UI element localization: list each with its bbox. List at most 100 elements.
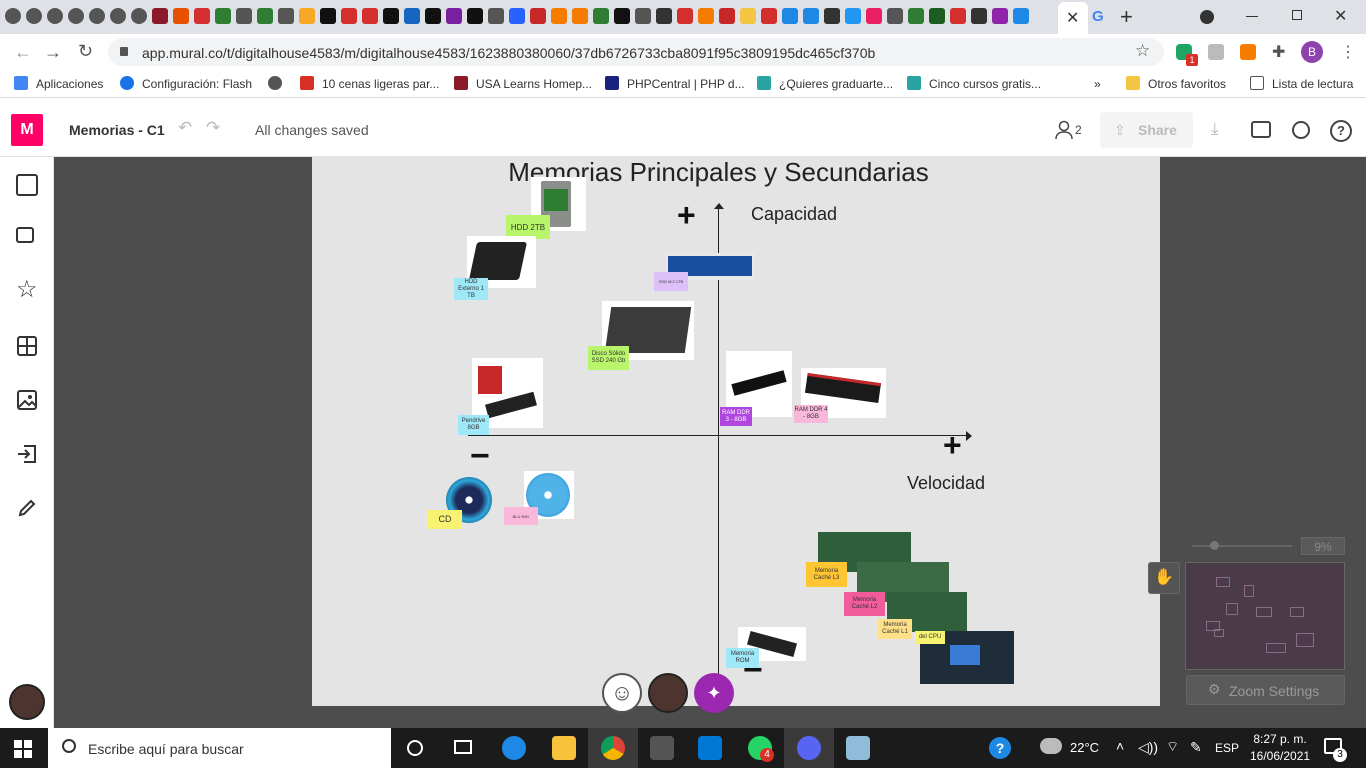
bookmark-globe[interactable] xyxy=(268,76,290,92)
sticky-note-icon[interactable] xyxy=(16,174,38,196)
plus-right-label[interactable]: + xyxy=(943,427,962,464)
sticky-ssd[interactable]: Disco Sólido SSD 240 Gb xyxy=(588,346,629,370)
pinned-tab-icon[interactable] xyxy=(173,8,189,24)
pinned-tab-icon[interactable] xyxy=(257,8,273,24)
pinned-tab-icon[interactable] xyxy=(551,8,567,24)
pinned-tab-icon[interactable] xyxy=(425,8,441,24)
pinned-tab-icon[interactable] xyxy=(845,8,861,24)
comments-icon[interactable] xyxy=(1251,121,1271,138)
new-tab-button[interactable]: + xyxy=(1120,4,1133,30)
sticky-ssd-m2[interactable]: SSD M.2 1TB xyxy=(654,272,688,291)
pinned-tab-icon[interactable] xyxy=(467,8,483,24)
clock-time[interactable]: 8:27 p. m. xyxy=(1250,732,1310,746)
plus-top-label[interactable]: + xyxy=(677,197,696,234)
x-axis-line[interactable] xyxy=(468,435,968,436)
pen-icon[interactable]: ✎ xyxy=(1190,739,1202,756)
pinned-tab-icon[interactable] xyxy=(929,8,945,24)
pinned-tab-icon[interactable] xyxy=(593,8,609,24)
minus-left-label[interactable]: − xyxy=(470,437,490,476)
pinned-tab-icon[interactable] xyxy=(530,8,546,24)
text-shapes-icon[interactable] xyxy=(16,227,34,243)
bookmarks-more[interactable]: » xyxy=(1094,76,1101,92)
pdf-extension-icon[interactable] xyxy=(1208,44,1224,60)
pinned-tab-icon[interactable] xyxy=(698,8,714,24)
pinned-tab-icon[interactable] xyxy=(404,8,420,24)
sticky-ram-ddr3[interactable]: RAM DDR 3 - 8GB xyxy=(720,407,752,426)
pinned-tab-icon[interactable] xyxy=(278,8,294,24)
help-tray-icon[interactable]: ? xyxy=(989,737,1011,759)
pinned-tab-icon[interactable] xyxy=(68,8,84,24)
capacity-label[interactable]: Capacidad xyxy=(751,204,837,225)
y-axis-line[interactable] xyxy=(718,207,719,700)
pinned-tab-icon[interactable] xyxy=(236,8,252,24)
sticky-cache-l1[interactable]: Memoria Caché L1 xyxy=(878,619,912,639)
profile-avatar[interactable]: B xyxy=(1301,41,1323,63)
pinned-tab-icon[interactable] xyxy=(383,8,399,24)
bookmark-phpcentral[interactable]: PHPCentral | PHP d... xyxy=(605,76,745,92)
url-text[interactable]: app.mural.co/t/digitalhouse4583/m/digita… xyxy=(142,45,875,61)
sticky-hdd-external[interactable]: HDD Externo 1 TB xyxy=(454,278,488,300)
reading-list[interactable]: Lista de lectura xyxy=(1250,76,1353,92)
pinned-tab-icon[interactable] xyxy=(614,8,630,24)
pinned-tab-icon[interactable] xyxy=(950,8,966,24)
pinned-tab-icon[interactable] xyxy=(761,8,777,24)
language-indicator[interactable]: ESP xyxy=(1215,741,1239,755)
pinned-tab-icon[interactable] xyxy=(887,8,903,24)
zoom-percent[interactable]: 9% xyxy=(1301,537,1345,555)
other-bookmarks[interactable]: Otros favoritos xyxy=(1126,76,1226,92)
pinned-tab-icon[interactable] xyxy=(824,8,840,24)
pinned-tab-icon[interactable] xyxy=(446,8,462,24)
board-title[interactable]: Memorias Principales y Secundarias xyxy=(312,157,1125,188)
minimize-button[interactable] xyxy=(1246,16,1258,17)
lock-icon[interactable] xyxy=(120,47,128,56)
calculator-icon[interactable] xyxy=(650,736,674,760)
close-window-button[interactable]: ✕ xyxy=(1334,6,1347,26)
pinned-tab-icon[interactable] xyxy=(971,8,987,24)
pinned-tab-icon[interactable] xyxy=(635,8,651,24)
pinned-tab-icon[interactable] xyxy=(215,8,231,24)
pinned-tab-icon[interactable] xyxy=(509,8,525,24)
pinned-tab-icon[interactable] xyxy=(89,8,105,24)
pinned-tab-icon[interactable] xyxy=(488,8,504,24)
collaborator-avatar-1[interactable] xyxy=(648,673,688,713)
back-icon[interactable]: ← xyxy=(14,42,32,63)
velocity-label[interactable]: Velocidad xyxy=(907,473,985,494)
tray-chevron-icon[interactable]: ˄ xyxy=(1116,738,1124,754)
file-explorer-icon[interactable] xyxy=(552,736,576,760)
pinned-tab-icon[interactable] xyxy=(782,8,798,24)
taskbar-search-placeholder[interactable]: Escribe aquí para buscar xyxy=(88,741,244,757)
frameworks-icon[interactable] xyxy=(16,335,38,357)
clock-date[interactable]: 16/06/2021 xyxy=(1250,749,1310,763)
mural-title[interactable]: Memorias - C1 xyxy=(69,122,165,138)
forward-icon[interactable]: → xyxy=(44,42,62,63)
pinned-tab-icon[interactable] xyxy=(572,8,588,24)
pinned-tab-icon[interactable] xyxy=(5,8,21,24)
pinned-tab-icon[interactable] xyxy=(110,8,126,24)
emoji-reaction-button[interactable]: ☺ xyxy=(602,673,642,713)
chrome-icon[interactable] xyxy=(601,736,625,760)
sticky-ram-ddr4[interactable]: RAM DDR 4 - 8GB xyxy=(794,405,828,423)
shop-extension-icon[interactable] xyxy=(1240,44,1256,60)
pinned-tab-icon[interactable] xyxy=(719,8,735,24)
notes-app-icon[interactable] xyxy=(846,736,870,760)
pinned-tab-icon[interactable] xyxy=(656,8,672,24)
weather-temp[interactable]: 22°C xyxy=(1070,740,1099,755)
reload-icon[interactable]: ↻ xyxy=(78,41,93,62)
pinned-tab-icon[interactable] xyxy=(992,8,1008,24)
zoom-slider-thumb[interactable] xyxy=(1210,541,1219,550)
pinned-tab-icon[interactable] xyxy=(47,8,63,24)
task-view-icon[interactable] xyxy=(454,740,472,754)
browser-menu-icon[interactable]: ⋮ xyxy=(1340,42,1356,62)
sticky-cache-l3[interactable]: Memoria Caché L3 xyxy=(806,562,847,587)
tab-search-icon[interactable] xyxy=(1200,10,1214,24)
bookmark-flash[interactable]: Configuración: Flash xyxy=(120,76,252,92)
bookmark-cursos[interactable]: Cinco cursos gratis... xyxy=(907,76,1041,92)
help-icon[interactable]: ? xyxy=(1330,120,1352,142)
vscode-icon[interactable] xyxy=(698,736,722,760)
download-icon[interactable]: ⤓ xyxy=(1211,119,1219,139)
pinned-tab-icon[interactable] xyxy=(131,8,147,24)
pencil-icon[interactable] xyxy=(16,497,38,519)
google-tab-icon[interactable]: G xyxy=(1092,8,1104,25)
volume-icon[interactable]: ◁)) xyxy=(1138,739,1158,756)
user-avatar[interactable] xyxy=(9,684,45,720)
